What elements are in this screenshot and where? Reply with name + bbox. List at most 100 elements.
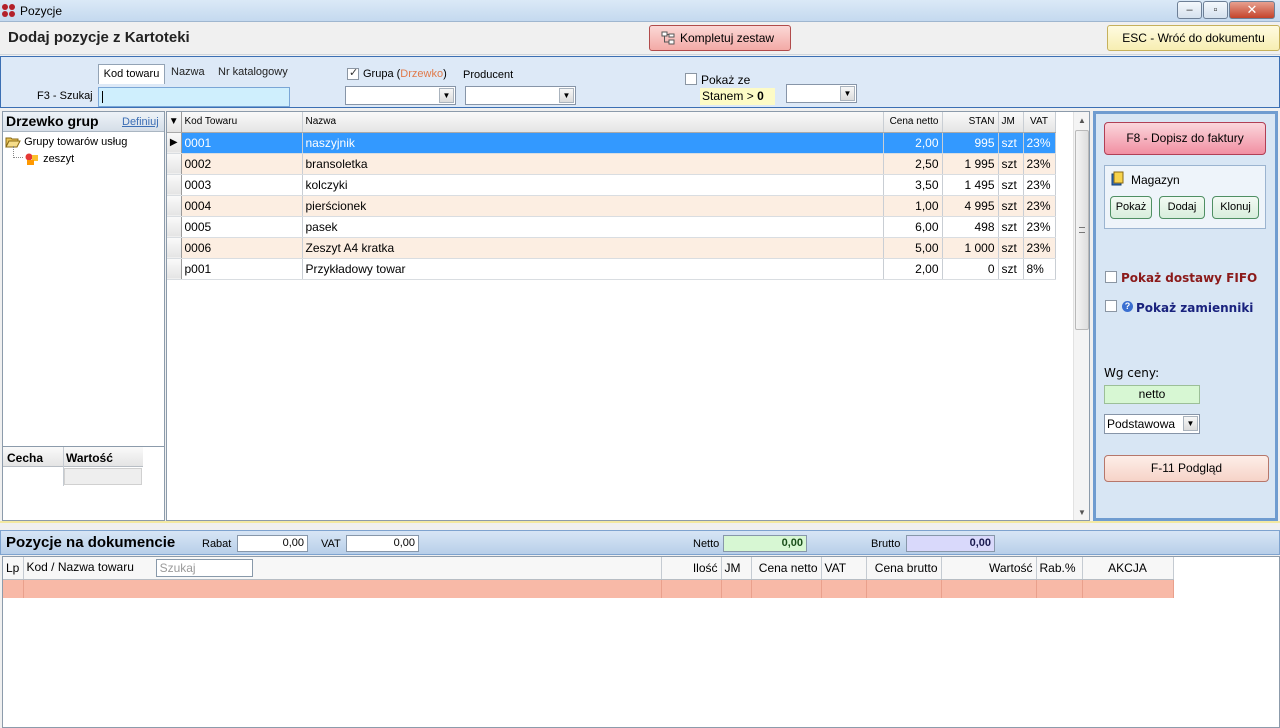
table-row[interactable]: ▶ 0001 naszyjnik 2,00 995 szt 23% xyxy=(167,132,1056,154)
col-stan[interactable]: STAN xyxy=(942,112,999,133)
actions-panel: F8 - Dopisz do faktury Magazyn Pokaż Dod… xyxy=(1093,111,1278,521)
cell-kod: 0003 xyxy=(181,174,303,196)
cell-vat: 23% xyxy=(1023,195,1056,217)
stan-operator-select[interactable]: ▼ xyxy=(786,84,857,103)
products-grid: ▼ Kod Towaru Nazwa Cena netto STAN JM VA… xyxy=(166,111,1090,521)
splitter[interactable] xyxy=(0,521,1280,530)
attributes-panel: Cecha Wartość xyxy=(2,446,165,521)
row-indicator xyxy=(167,195,182,217)
cell-nazwa: pasek xyxy=(302,216,884,238)
maximize-icon[interactable]: ▫ xyxy=(1203,1,1228,19)
rabat-field[interactable]: 0,00 xyxy=(237,535,308,552)
cell-cena: 2,00 xyxy=(883,258,943,280)
table-row[interactable]: 0006 Zeszyt A4 kratka 5,00 1 000 szt 23% xyxy=(167,237,1056,259)
grupa-select[interactable]: ▼ xyxy=(345,86,456,105)
row-indicator xyxy=(167,174,182,196)
search-input[interactable] xyxy=(98,87,290,107)
selected-row-indicator: ▶ xyxy=(167,132,182,154)
price-list-select[interactable]: Podstawowa ▼ xyxy=(1104,414,1200,434)
cecha-header: Cecha xyxy=(7,451,44,465)
add-to-invoice-button[interactable]: F8 - Dopisz do faktury xyxy=(1104,122,1266,155)
vat-field[interactable]: 0,00 xyxy=(346,535,419,552)
tab-nazwa[interactable]: Nazwa xyxy=(171,66,205,78)
document-summary-bar: Pozycje na dokumencie Rabat 0,00 VAT 0,0… xyxy=(0,530,1280,555)
table-row[interactable]: 0003 kolczyki 3,50 1 495 szt 23% xyxy=(167,174,1056,196)
price-type-field[interactable]: netto xyxy=(1104,385,1200,404)
col-kod-towaru[interactable]: Kod Towaru xyxy=(181,112,303,133)
row-indicator-header[interactable]: ▼ xyxy=(167,112,182,133)
tab-nr-katalogowy[interactable]: Nr katalogowy xyxy=(218,66,288,78)
tab-kod-towaru[interactable]: Kod towaru xyxy=(98,64,165,84)
kompletuj-label: Kompletuj zestaw xyxy=(680,31,775,45)
col-ilosc[interactable]: Ilość xyxy=(661,557,722,580)
chevron-down-icon: ▼ xyxy=(1183,416,1198,431)
klonuj-warehouse-button[interactable]: Klonuj xyxy=(1212,196,1259,219)
cell-nazwa: pierścionek xyxy=(302,195,884,217)
kompletuj-zestaw-button[interactable]: Kompletuj zestaw xyxy=(649,25,791,51)
cell-stan: 1 000 xyxy=(942,237,999,259)
fifo-checkbox[interactable] xyxy=(1105,271,1117,283)
group-tree-panel: Drzewko grup Definiuj Grupy towarów usłu… xyxy=(2,111,165,447)
tree-node-root[interactable]: Grupy towarów usług xyxy=(5,136,127,148)
tree-node-zeszyt[interactable]: zeszyt xyxy=(24,152,74,166)
row-indicator xyxy=(167,237,182,259)
cell-jm: szt xyxy=(998,237,1024,259)
tree-title: Drzewko grup xyxy=(6,113,99,129)
col-akcja[interactable]: AKCJA xyxy=(1082,557,1174,580)
grupa-label: Grupa (Drzewko) xyxy=(363,68,447,80)
fifo-label: Pokaż dostawy FIFO xyxy=(1121,271,1258,285)
table-row[interactable]: 0004 pierścionek 1,00 4 995 szt 23% xyxy=(167,195,1056,217)
col-cena-netto[interactable]: Cena netto xyxy=(883,112,943,133)
table-row[interactable]: p001 Przykładowy towar 2,00 0 szt 8% xyxy=(167,258,1056,280)
document-title: Pozycje na dokumencie xyxy=(6,534,176,551)
cell-jm: szt xyxy=(998,216,1024,238)
col-vat[interactable]: VAT xyxy=(1023,112,1056,133)
col-nazwa[interactable]: Nazwa xyxy=(302,112,884,133)
col-rabat[interactable]: Rab.% xyxy=(1036,557,1083,580)
col-vat[interactable]: VAT xyxy=(821,557,867,580)
col-jm[interactable]: JM xyxy=(998,112,1024,133)
back-to-document-button[interactable]: ESC - Wróć do dokumentu xyxy=(1107,25,1280,51)
pokaz-warehouse-button[interactable]: Pokaż xyxy=(1110,196,1152,219)
pokaz-stan-checkbox[interactable] xyxy=(685,73,697,85)
scrollbar-thumb[interactable] xyxy=(1075,130,1089,330)
table-row[interactable]: 0005 pasek 6,00 498 szt 23% xyxy=(167,216,1056,238)
grupa-checkbox[interactable] xyxy=(347,66,359,80)
tree-header: Drzewko grup Definiuj xyxy=(3,112,164,132)
grid-scrollbar[interactable]: ▲ ▼ xyxy=(1073,112,1089,520)
scroll-down-icon[interactable]: ▼ xyxy=(1078,508,1086,517)
col-wartosc[interactable]: Wartość xyxy=(941,557,1037,580)
cell-kod: 0002 xyxy=(181,153,303,175)
document-search-input[interactable]: Szukaj xyxy=(155,558,253,577)
cell-stan: 498 xyxy=(942,216,999,238)
vat-label: VAT xyxy=(321,538,341,550)
search-label: F3 - Szukaj xyxy=(37,90,93,102)
cell-cena: 2,00 xyxy=(883,132,943,154)
col-lp[interactable]: Lp xyxy=(3,557,24,580)
netto-total: 0,00 xyxy=(723,535,807,552)
dodaj-warehouse-button[interactable]: Dodaj xyxy=(1159,196,1205,219)
zamienniki-checkbox[interactable] xyxy=(1105,300,1117,312)
table-row[interactable] xyxy=(3,579,1174,598)
define-groups-link[interactable]: Definiuj xyxy=(122,116,159,128)
cell-nazwa: Zeszyt A4 kratka xyxy=(302,237,884,259)
producent-select[interactable]: ▼ xyxy=(465,86,576,105)
col-cena-brutto[interactable]: Cena brutto xyxy=(866,557,942,580)
table-row[interactable]: 0002 bransoletka 2,50 1 995 szt 23% xyxy=(167,153,1056,175)
minimize-icon[interactable]: – xyxy=(1177,1,1202,19)
attribute-value-cell[interactable] xyxy=(64,468,142,485)
cell-kod: 0004 xyxy=(181,195,303,217)
col-kod-nazwa[interactable]: Kod / Nazwa towaru Szukaj xyxy=(23,557,662,580)
cell-stan: 1 495 xyxy=(942,174,999,196)
close-icon[interactable]: ✕ xyxy=(1229,1,1275,19)
cell-nazwa: bransoletka xyxy=(302,153,884,175)
window-title-bar[interactable]: Pozycje – ▫ ✕ xyxy=(0,0,1280,22)
preview-button[interactable]: F-11 Podgląd xyxy=(1104,455,1269,482)
cell-jm: szt xyxy=(998,195,1024,217)
producent-label: Producent xyxy=(463,69,514,81)
col-cena-netto[interactable]: Cena netto xyxy=(751,557,822,580)
col-jm[interactable]: JM xyxy=(721,557,752,580)
cell-stan: 0 xyxy=(942,258,999,280)
scroll-up-icon[interactable]: ▲ xyxy=(1078,116,1086,125)
cell-vat: 8% xyxy=(1023,258,1056,280)
